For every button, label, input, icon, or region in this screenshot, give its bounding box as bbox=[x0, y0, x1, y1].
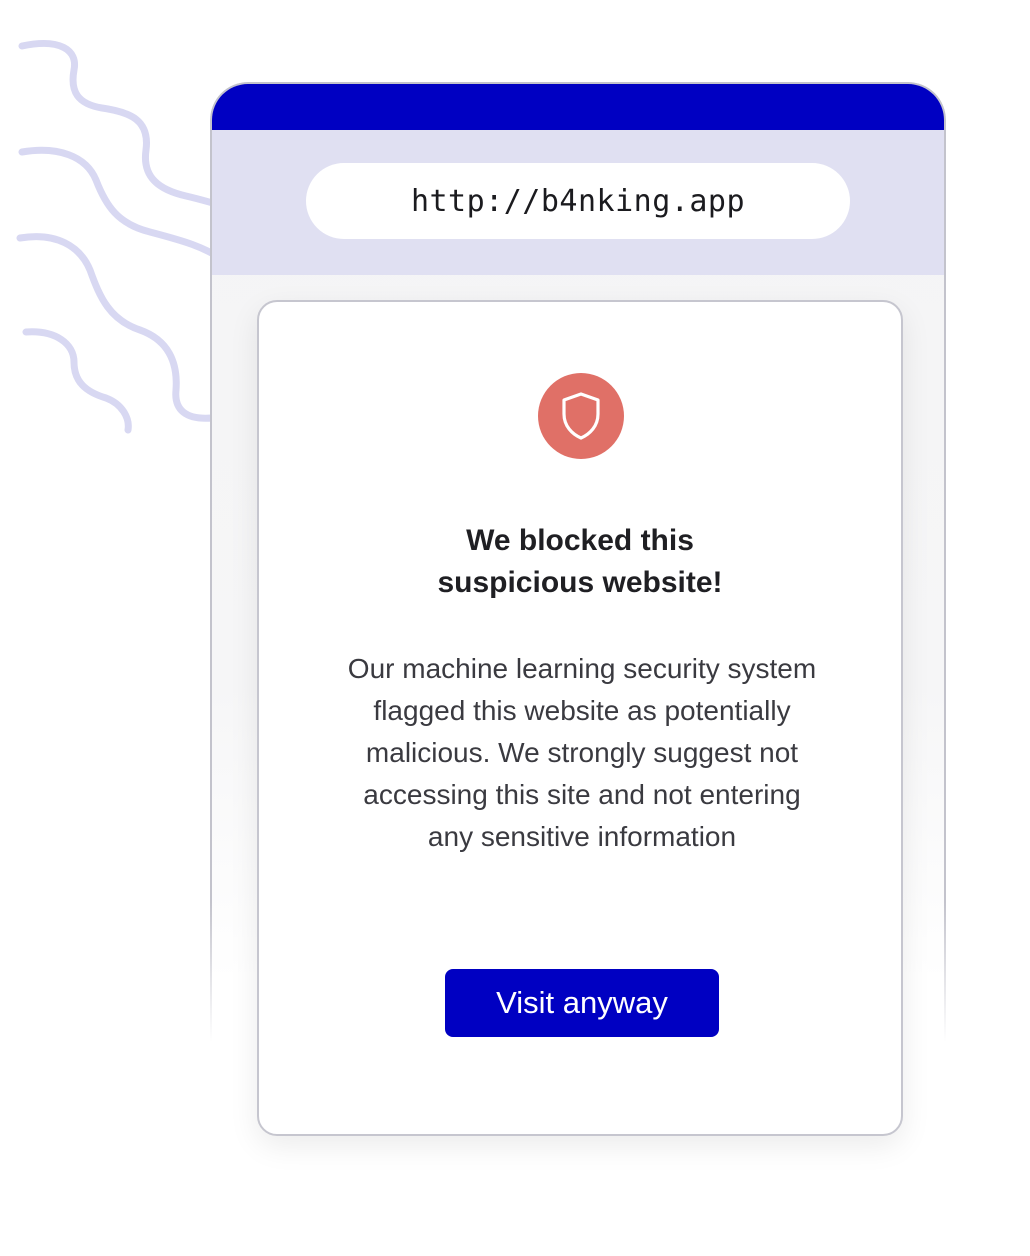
url-text: http://b4nking.app bbox=[410, 183, 746, 219]
message-line: any sensitive information bbox=[427, 821, 737, 852]
shield-glyph bbox=[562, 392, 600, 440]
warning-headline: We blocked this suspicious website! bbox=[259, 520, 901, 604]
address-bar[interactable]: http://b4nking.app bbox=[306, 163, 850, 239]
message-line: accessing this site and not entering bbox=[363, 779, 801, 810]
headline-line: suspicious website! bbox=[437, 566, 723, 599]
message-line: flagged this website as potentially bbox=[373, 695, 791, 726]
shield-icon bbox=[538, 373, 624, 459]
warning-message: Our machine learning security system fla… bbox=[299, 648, 865, 858]
message-line: Our machine learning security system bbox=[347, 653, 817, 684]
visit-anyway-button[interactable]: Visit anyway bbox=[445, 969, 719, 1037]
blocked-site-warning-card: We blocked this suspicious website! Our … bbox=[257, 300, 903, 1136]
message-line: malicious. We strongly suggest not bbox=[365, 737, 799, 768]
browser-titlebar bbox=[212, 84, 944, 130]
address-bar-area: http://b4nking.app bbox=[212, 130, 944, 275]
headline-line: We blocked this bbox=[466, 524, 694, 557]
